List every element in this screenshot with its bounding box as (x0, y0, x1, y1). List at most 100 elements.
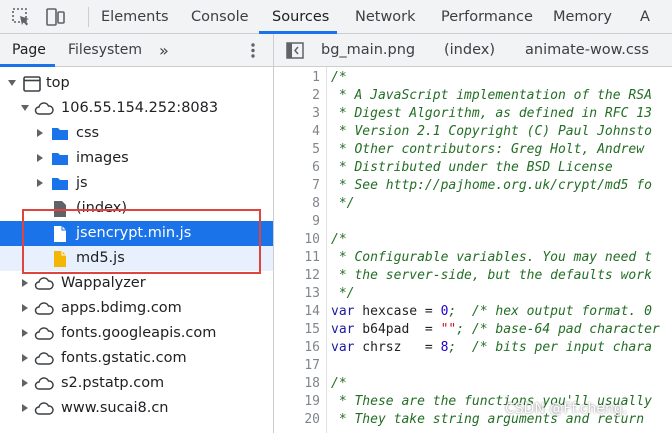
line-number: 1 (312, 70, 320, 85)
code-line: var chrsz = 8; /* bits per input chara (331, 339, 652, 357)
tree-item-fonts-gstatic[interactable]: fonts.gstatic.com (0, 346, 273, 371)
collapsed-arrow-icon[interactable] (35, 128, 45, 138)
tree-item-label: fonts.gstatic.com (61, 350, 187, 366)
code-identifier: chrsz = (354, 340, 441, 355)
line-number: 18 (304, 376, 320, 391)
tree-item-css-folder[interactable]: css (0, 121, 273, 146)
cloud-icon (34, 302, 54, 315)
code-keyword: var (331, 322, 355, 337)
devtools-toolbar: Elements Console Sources Network Perform… (0, 0, 672, 34)
folder-icon (52, 153, 68, 165)
cloud-icon (34, 377, 54, 390)
code-editor[interactable]: 1 2 3 4 5 6 7 8 9 10 11 12 13 14 15 16 1… (274, 67, 672, 433)
line-number: 2 (312, 88, 320, 103)
more-options-icon[interactable] (246, 42, 260, 59)
tree-item-label: css (76, 125, 100, 141)
code-line: */ (331, 196, 355, 211)
expanded-arrow-icon[interactable] (20, 103, 30, 113)
collapsed-arrow-icon[interactable] (35, 153, 45, 163)
tree-item-js-folder[interactable]: js (0, 171, 273, 196)
line-number: 7 (312, 178, 320, 193)
tree-item-label: s2.pstatp.com (61, 375, 165, 391)
code-line: * Version 2.1 Copyright (C) Paul Johnsto (331, 124, 652, 139)
tab-network[interactable]: Network (355, 0, 416, 34)
tree-item-sucai8[interactable]: www.sucai8.cn (0, 396, 273, 421)
collapsed-arrow-icon[interactable] (35, 178, 45, 188)
tree-item-top[interactable]: top (0, 71, 273, 96)
inspect-element-icon[interactable] (10, 6, 32, 28)
watermark-text: CSDN @Ff.cheng. (505, 401, 628, 417)
tree-item-apps-bdimg[interactable]: apps.bdimg.com (0, 296, 273, 321)
cloud-icon (34, 327, 54, 340)
tree-item-s2-pstatp[interactable]: s2.pstatp.com (0, 371, 273, 396)
tab-console[interactable]: Console (191, 0, 249, 34)
folder-icon (52, 128, 68, 140)
tree-item-label: fonts.googleapis.com (61, 325, 217, 341)
tree-item-fonts-googleapis[interactable]: fonts.googleapis.com (0, 321, 273, 346)
code-line: * See http://pajhome.org.uk/crypt/md5 fo (331, 178, 652, 193)
line-number: 9 (312, 214, 320, 229)
code-identifier: b64pad = (354, 322, 441, 337)
collapsed-arrow-icon[interactable] (20, 403, 30, 413)
code-line: * the server-side, but the defaults work (331, 268, 652, 283)
code-line: * Other contributors: Greg Holt, Andrew (331, 142, 645, 157)
tree-item-label: Wappalyzer (61, 275, 146, 291)
toolbar-separator (88, 7, 89, 27)
line-number: 8 (312, 196, 320, 211)
line-number: 14 (304, 304, 320, 319)
code-keyword: var (331, 340, 355, 355)
code-line: * Distributed under the BSD License (331, 160, 613, 175)
cloud-icon (34, 352, 54, 365)
tab-elements[interactable]: Elements (101, 0, 169, 34)
collapsed-arrow-icon[interactable] (20, 353, 30, 363)
tree-item-label: images (76, 150, 129, 166)
line-number: 10 (304, 232, 320, 247)
tree-item-label: www.sucai8.cn (61, 400, 169, 416)
code-comment: ; /* bits per input chara (448, 340, 652, 355)
editor-tab-bg-main[interactable]: bg_main.png (321, 34, 415, 67)
navigator-header: Page Filesystem » (0, 34, 273, 67)
tab-performance[interactable]: Performance (441, 0, 533, 34)
tree-item-host[interactable]: 106.55.154.252:8083 (0, 96, 273, 121)
code-line: /* (331, 70, 347, 85)
more-tabs-icon[interactable]: » (159, 34, 169, 67)
code-line: * Digest Algorithm, as defined in RFC 13 (331, 106, 652, 121)
editor-tab-index[interactable]: (index) (444, 34, 495, 67)
collapsed-arrow-icon[interactable] (20, 278, 30, 288)
collapsed-arrow-icon[interactable] (20, 378, 30, 388)
tree-item-images-folder[interactable]: images (0, 146, 273, 171)
tree-item-label: apps.bdimg.com (61, 300, 182, 316)
tab-page[interactable]: Page (12, 34, 46, 67)
code-line: /* (331, 376, 347, 391)
line-number: 5 (312, 142, 320, 157)
collapsed-arrow-icon[interactable] (20, 328, 30, 338)
collapsed-arrow-icon[interactable] (20, 303, 30, 313)
expanded-arrow-icon[interactable] (7, 78, 17, 88)
tree-item-wappalyzer[interactable]: Wappalyzer (0, 271, 273, 296)
editor-tab-animate-wow[interactable]: animate-wow.css (525, 34, 649, 67)
tab-application-partial[interactable]: A (640, 0, 650, 34)
code-comment: ; /* hex output format. 0 (448, 304, 652, 319)
line-number: 12 (304, 268, 320, 283)
tab-filesystem[interactable]: Filesystem (68, 34, 142, 67)
code-line: var b64pad = ""; /* base-64 pad characte… (331, 321, 660, 339)
line-number: 6 (312, 160, 320, 175)
folder-icon (52, 178, 68, 190)
code-identifier: hexcase = (354, 304, 441, 319)
code-keyword: var (331, 304, 355, 319)
code-line: * A JavaScript implementation of the RSA (331, 88, 652, 103)
frame-icon (23, 76, 41, 92)
line-number: 19 (304, 394, 320, 409)
device-toolbar-icon[interactable] (45, 6, 67, 28)
code-comment: ; /* base-64 pad character (456, 322, 660, 337)
code-line: var hexcase = 0; /* hex output format. 0 (331, 303, 652, 321)
code-line: */ (331, 286, 355, 301)
tab-sources[interactable]: Sources (272, 0, 329, 34)
tab-memory[interactable]: Memory (553, 0, 612, 34)
line-number: 3 (312, 106, 320, 121)
line-number: 20 (304, 412, 320, 427)
highlight-annotation-box (22, 209, 261, 274)
code-line: /* (331, 232, 347, 247)
line-number: 15 (304, 322, 320, 337)
toggle-navigator-icon[interactable] (286, 42, 304, 59)
